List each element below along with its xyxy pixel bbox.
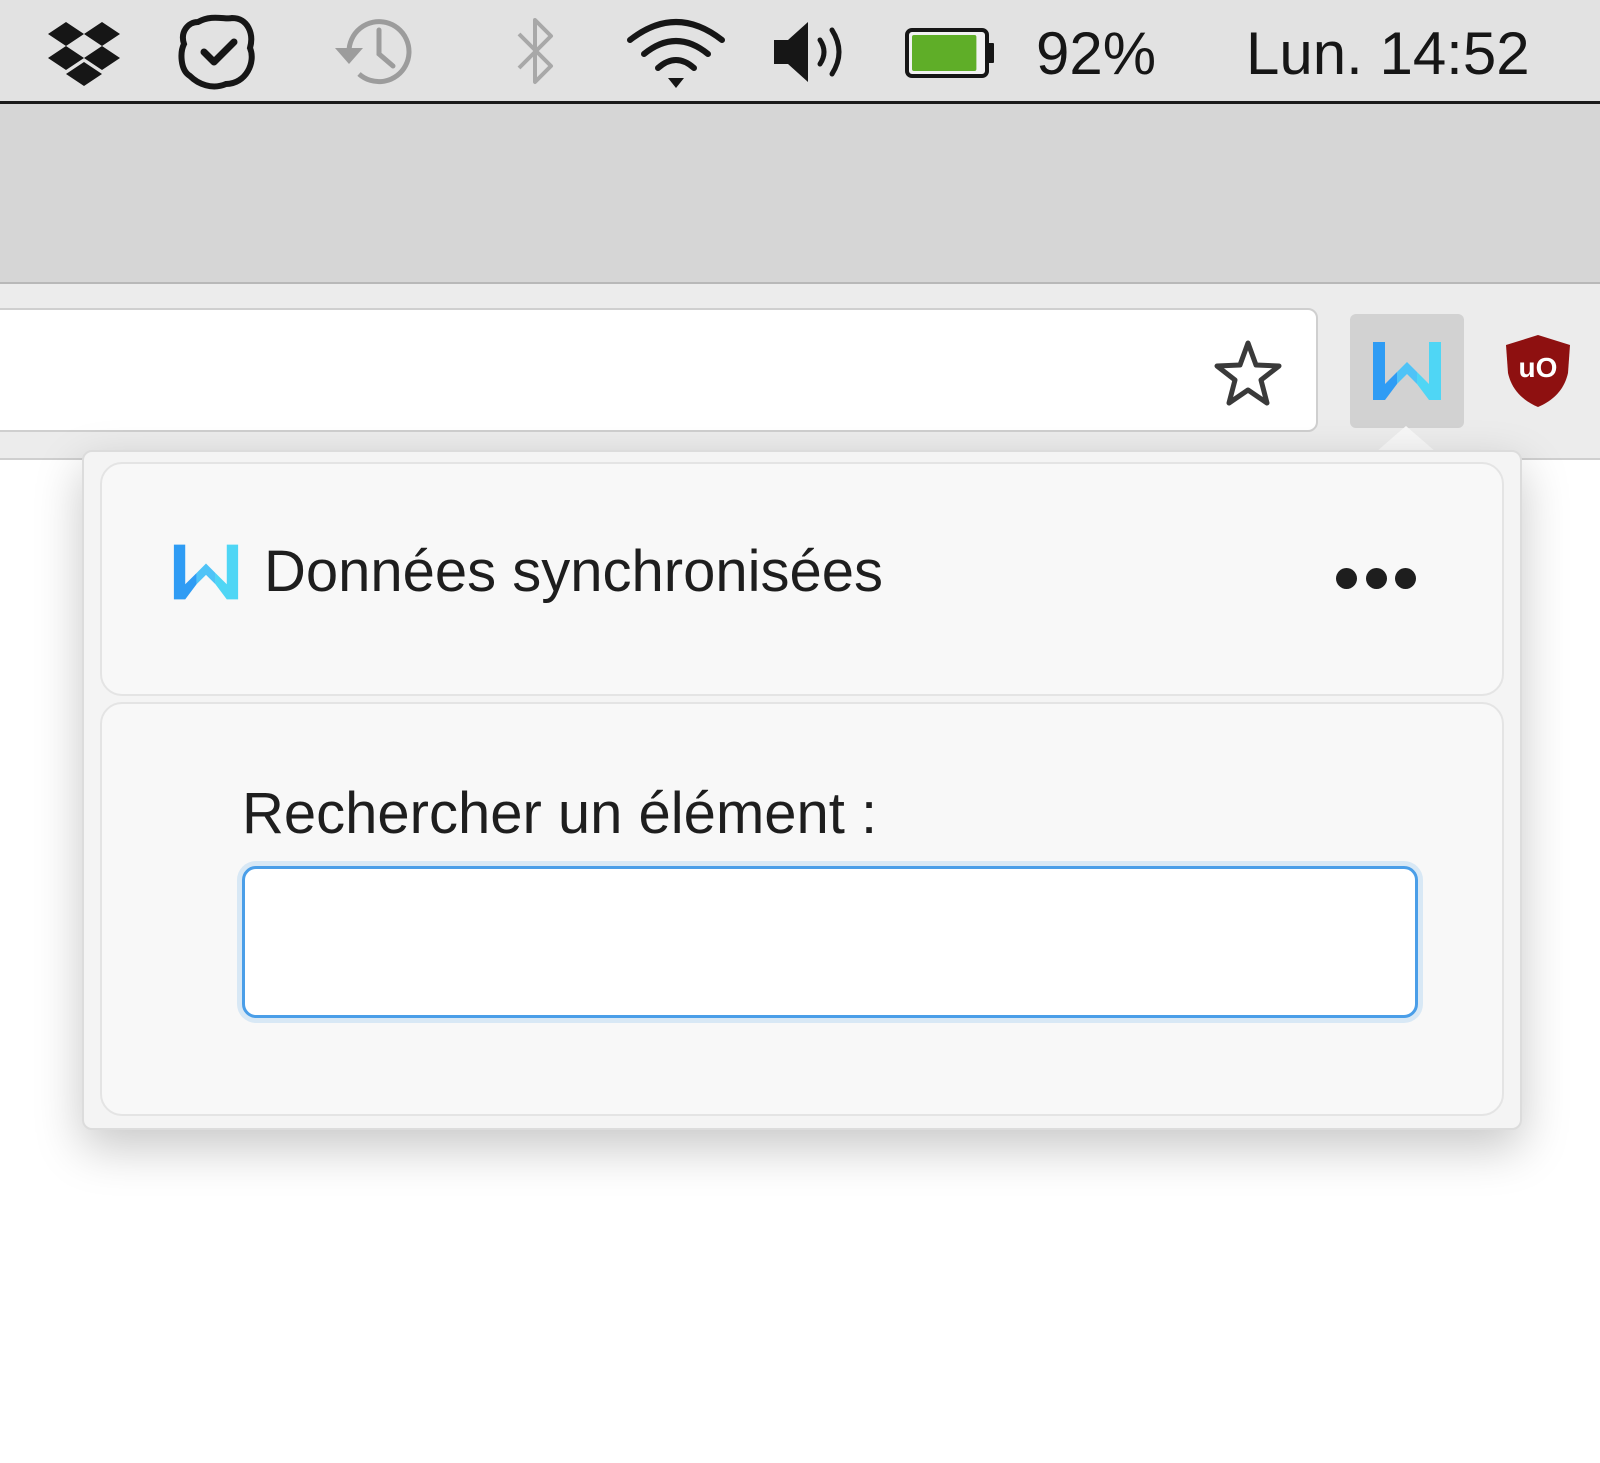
battery-fill: [912, 35, 977, 71]
wifi-icon[interactable]: [626, 14, 726, 90]
popup-title: Données synchronisées: [264, 539, 884, 604]
bluetooth-icon[interactable]: [508, 14, 564, 90]
ublock-origin-button[interactable]: uO: [1496, 328, 1580, 412]
volume-icon[interactable]: [770, 14, 852, 90]
brand-logo-icon: [173, 544, 239, 600]
address-bar[interactable]: [0, 308, 1318, 432]
time-machine-icon[interactable]: [326, 14, 418, 90]
more-options-icon[interactable]: [1336, 564, 1416, 592]
bookmark-star-icon[interactable]: [1212, 338, 1284, 410]
checkmark-bubble-icon[interactable]: [176, 14, 260, 90]
battery-percentage[interactable]: 92%: [1036, 16, 1156, 92]
search-panel: Rechercher un élément :: [100, 702, 1504, 1116]
extension-popup: Données synchronisées Rechercher un élém…: [82, 450, 1522, 1130]
popup-pointer: [1376, 426, 1436, 452]
search-input[interactable]: [242, 866, 1418, 1018]
battery-icon[interactable]: [904, 14, 998, 90]
dropbox-icon[interactable]: [40, 14, 128, 90]
menu-bar: 92% Lun. 14:52: [0, 0, 1600, 104]
ublock-origin-icon: uO: [1506, 335, 1570, 407]
menubar-clock[interactable]: Lun. 14:52: [1246, 16, 1530, 92]
browser-tab-strip: [0, 104, 1600, 284]
popup-header: Données synchronisées: [100, 462, 1504, 696]
extension-w-icon: [1373, 342, 1441, 400]
ublock-label: uO: [1519, 352, 1558, 383]
extension-w-button[interactable]: [1350, 314, 1464, 428]
search-label: Rechercher un élément :: [242, 781, 878, 846]
